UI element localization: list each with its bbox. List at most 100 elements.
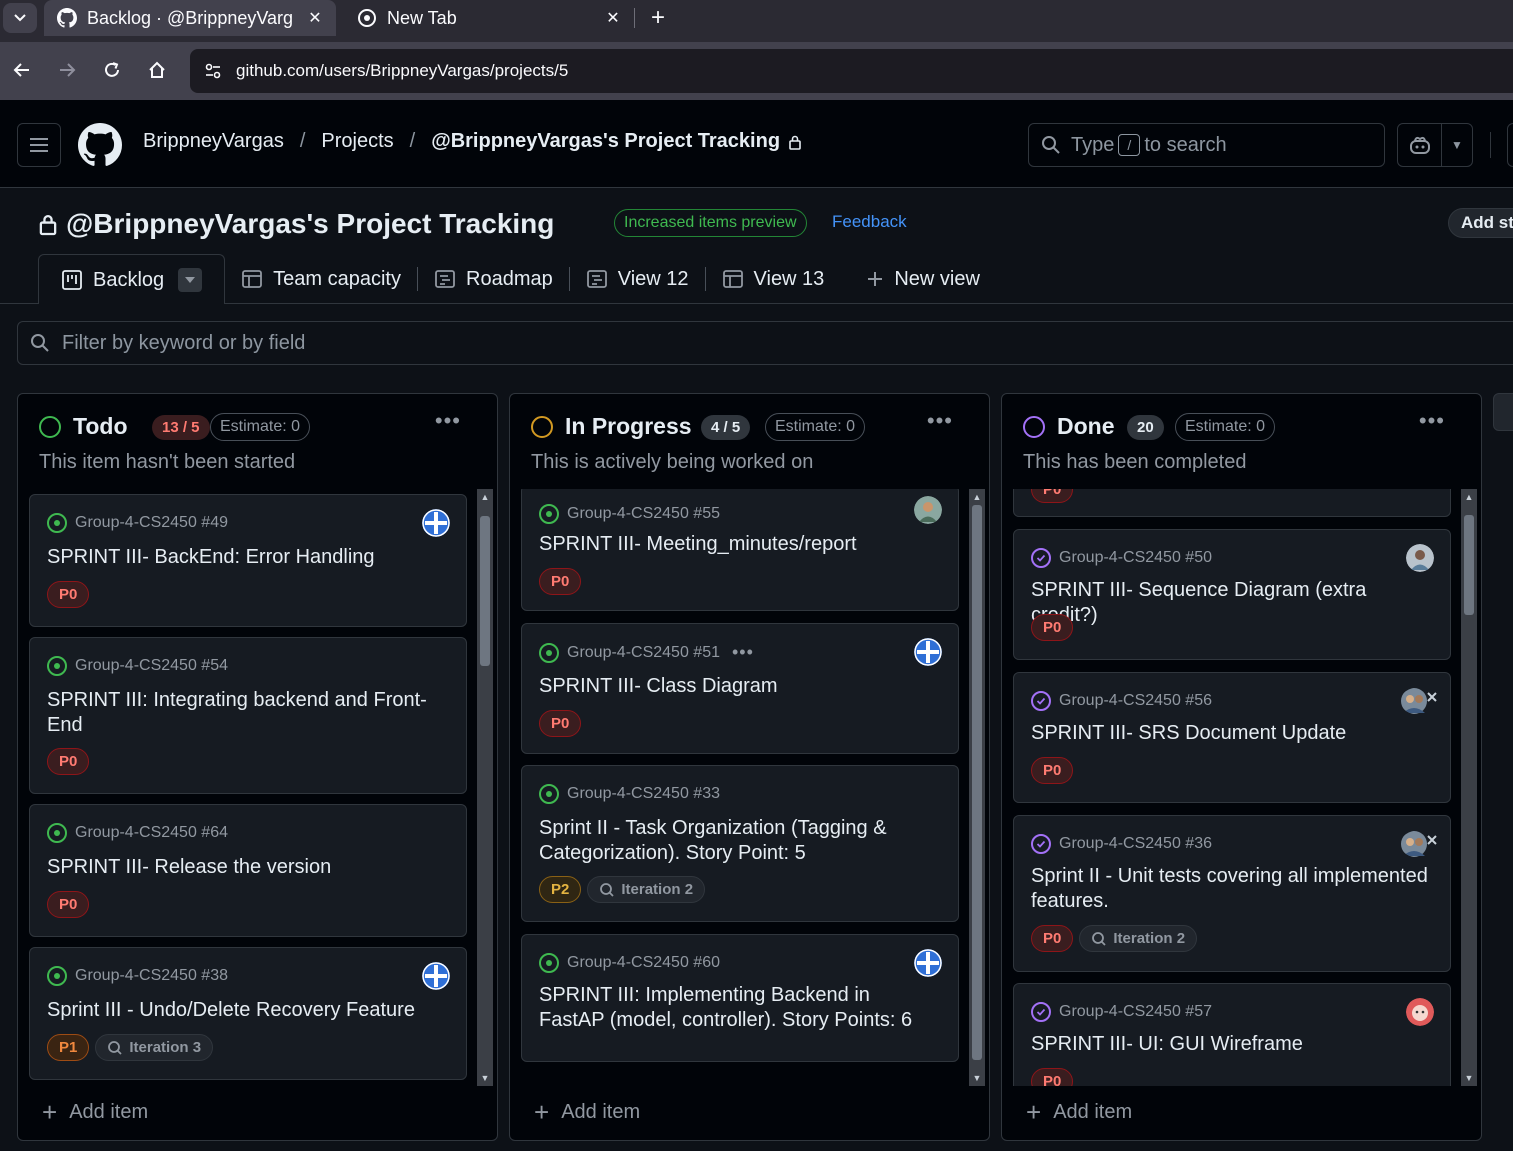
card-title[interactable]: Sprint II - Unit tests covering all impl… <box>1031 864 1431 914</box>
card[interactable]: Group-4-CS2450 #55 SPRINT III- Meeting_m… <box>521 489 959 611</box>
avatar[interactable] <box>1400 687 1440 715</box>
priority-badge[interactable]: P0 <box>1031 925 1074 952</box>
avatar[interactable] <box>914 496 942 524</box>
add-status-button[interactable]: Add st <box>1448 208 1513 238</box>
issue-number[interactable]: Group-4-CS2450 #49 <box>75 514 228 532</box>
card[interactable]: Group-4-CS2450 #33 Sprint II - Task Orga… <box>521 765 959 922</box>
scrollbar-thumb[interactable] <box>480 516 490 667</box>
column-scrollbar[interactable]: ▲ ▼ <box>1461 489 1477 1086</box>
issue-number[interactable]: Group-4-CS2450 #50 <box>1059 549 1212 567</box>
card[interactable]: Group-4-CS2450 #64 SPRINT III- Release t… <box>29 804 467 937</box>
priority-badge[interactable]: P0 <box>47 748 90 775</box>
issue-number[interactable]: Group-4-CS2450 #55 <box>567 505 720 523</box>
priority-badge[interactable]: P0 <box>539 710 582 737</box>
issue-number[interactable]: Group-4-CS2450 #60 <box>567 954 720 972</box>
card-title[interactable]: SPRINT III- Release the version <box>47 855 447 880</box>
card-title[interactable]: SPRINT III: Implementing Backend in Fast… <box>539 983 939 1033</box>
forward-button[interactable] <box>53 56 81 84</box>
copilot-icon[interactable] <box>1398 124 1442 166</box>
breadcrumb-projects[interactable]: Projects <box>321 130 393 153</box>
tab-view-12[interactable]: View 12 <box>570 254 705 304</box>
add-item-button[interactable]: + Add item <box>18 1084 497 1140</box>
issue-number[interactable]: Group-4-CS2450 #54 <box>75 657 228 675</box>
issue-number[interactable]: Group-4-CS2450 #36 <box>1059 835 1212 853</box>
tab-roadmap[interactable]: Roadmap <box>418 254 569 304</box>
card-title[interactable]: SPRINT III- SRS Document Update <box>1031 721 1431 746</box>
scroll-up-icon[interactable]: ▲ <box>969 489 985 505</box>
close-tab-icon[interactable]: ✕ <box>302 8 328 28</box>
card-title[interactable]: SPRINT III- Class Diagram <box>539 674 939 699</box>
filter-input[interactable]: Filter by keyword or by field <box>17 321 1513 365</box>
browser-tab-new-tab[interactable]: New Tab ✕ <box>344 0 634 36</box>
more-options-icon[interactable]: ••• <box>732 642 754 663</box>
tab-backlog[interactable]: Backlog <box>38 254 226 305</box>
copilot-button[interactable]: ▼ <box>1397 123 1473 167</box>
avatar[interactable] <box>422 509 450 537</box>
issue-number[interactable]: Group-4-CS2450 #57 <box>1059 1003 1212 1021</box>
card[interactable]: Group-4-CS2450 #56 SPRINT III- SRS Docum… <box>1013 672 1451 803</box>
menu-button[interactable] <box>17 123 61 167</box>
header-action-button[interactable] <box>1507 123 1513 167</box>
card[interactable]: Group-4-CS2450 #60 SPRINT III: Implement… <box>521 934 959 1062</box>
address-bar[interactable]: github.com/users/BrippneyVargas/projects… <box>190 49 1513 93</box>
priority-badge[interactable]: P1 <box>47 1034 90 1061</box>
card-title[interactable]: SPRINT III- Sequence Diagram (extra cred… <box>1031 578 1431 628</box>
close-tab-icon[interactable]: ✕ <box>600 8 626 28</box>
card[interactable]: Group-4-CS2450 #57 SPRINT III- UI: GUI W… <box>1013 983 1451 1086</box>
card-title[interactable]: Sprint II - Task Organization (Tagging &… <box>539 816 939 866</box>
column-scrollbar[interactable]: ▲ ▼ <box>477 489 493 1086</box>
tab-team-capacity[interactable]: Team capacity <box>225 254 417 304</box>
priority-badge[interactable]: P0 <box>47 891 90 918</box>
column-scrollbar[interactable]: ▲ ▼ <box>969 489 985 1086</box>
avatar[interactable] <box>1406 998 1434 1026</box>
card[interactable]: Group-4-CS2450 #36 Sprint II - Unit test… <box>1013 815 1451 972</box>
iteration-badge[interactable]: Iteration 3 <box>95 1034 214 1061</box>
issue-number[interactable]: Group-4-CS2450 #51 <box>567 644 720 662</box>
avatar[interactable] <box>422 962 450 990</box>
card-title[interactable]: Sprint III - Undo/Delete Recovery Featur… <box>47 998 447 1023</box>
add-item-button[interactable]: + Add item <box>1002 1084 1481 1140</box>
priority-badge[interactable]: P0 <box>1031 757 1074 784</box>
browser-tab-backlog[interactable]: Backlog · @BrippneyVarg ✕ <box>44 0 336 36</box>
github-logo-icon[interactable] <box>78 123 122 167</box>
column-menu-button[interactable]: ••• <box>927 408 953 434</box>
card[interactable]: P0 <box>1013 489 1451 517</box>
card[interactable]: Group-4-CS2450 #38 Sprint III - Undo/Del… <box>29 947 467 1080</box>
issue-number[interactable]: Group-4-CS2450 #64 <box>75 824 228 842</box>
back-button[interactable] <box>8 56 36 84</box>
column-menu-button[interactable]: ••• <box>1419 408 1445 434</box>
add-column-button[interactable] <box>1493 393 1513 431</box>
avatar[interactable] <box>1406 544 1434 572</box>
card-title[interactable]: SPRINT III- BackEnd: Error Handling <box>47 545 447 570</box>
priority-badge[interactable]: P0 <box>1031 489 1074 503</box>
site-settings-icon[interactable] <box>200 58 226 84</box>
view-options-button[interactable] <box>178 268 203 292</box>
tab-list-dropdown-button[interactable] <box>3 3 37 33</box>
avatar[interactable] <box>914 949 942 977</box>
add-item-button[interactable]: + Add item <box>510 1084 989 1140</box>
scrollbar-thumb[interactable] <box>972 505 982 1060</box>
scrollbar-thumb[interactable] <box>1464 515 1474 616</box>
card-title[interactable]: SPRINT III: Integrating backend and Fron… <box>47 688 447 738</box>
card[interactable]: Group-4-CS2450 #50 SPRINT III- Sequence … <box>1013 529 1451 660</box>
tab-view-13[interactable]: View 13 <box>706 254 841 304</box>
feedback-link[interactable]: Feedback <box>832 212 907 232</box>
scroll-up-icon[interactable]: ▲ <box>477 489 493 505</box>
home-button[interactable] <box>143 56 171 84</box>
issue-number[interactable]: Group-4-CS2450 #56 <box>1059 692 1212 710</box>
iteration-badge[interactable]: Iteration 2 <box>1079 925 1198 952</box>
breadcrumb-user[interactable]: BrippneyVargas <box>143 130 284 153</box>
card-title[interactable]: SPRINT III- Meeting_minutes/report <box>539 532 939 557</box>
avatar[interactable] <box>1400 830 1440 858</box>
new-view-button[interactable]: New view <box>850 254 996 304</box>
column-menu-button[interactable]: ••• <box>435 408 461 434</box>
priority-badge[interactable]: P2 <box>539 876 582 903</box>
iteration-badge[interactable]: Iteration 2 <box>587 876 706 903</box>
avatar[interactable] <box>914 638 942 666</box>
global-search-input[interactable]: Type / to search <box>1028 123 1385 167</box>
reload-button[interactable] <box>98 56 126 84</box>
triangle-down-icon[interactable]: ▼ <box>1442 138 1472 152</box>
card[interactable]: Group-4-CS2450 #51 ••• SPRINT III- Class… <box>521 623 959 754</box>
card-title[interactable]: SPRINT III- UI: GUI Wireframe <box>1031 1032 1431 1057</box>
card[interactable]: Group-4-CS2450 #54 SPRINT III: Integrati… <box>29 637 467 794</box>
